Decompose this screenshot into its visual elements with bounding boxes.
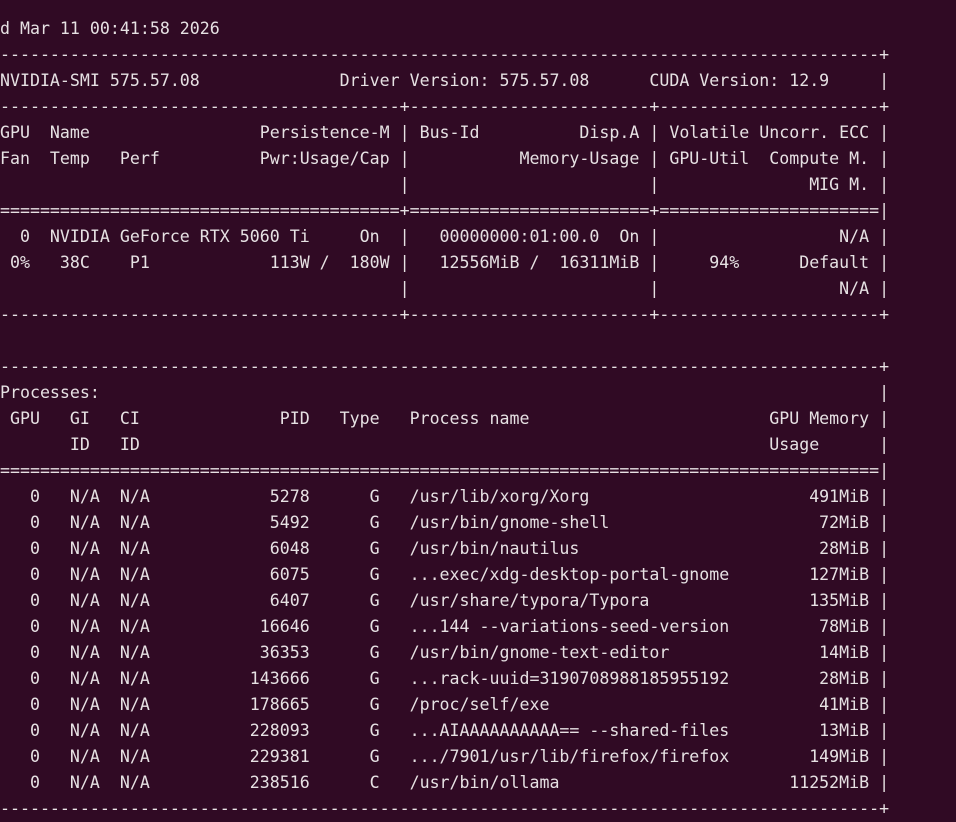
- process-row: | 0 N/A N/A 36353 G /usr/bin/gnome-text-…: [0, 643, 890, 662]
- gpu-header-line-3: | | | MIG M. |: [0, 175, 890, 194]
- table-border-top: +---------------------------------------…: [0, 45, 890, 64]
- process-row: | 0 N/A N/A 229381 G .../7901/usr/lib/fi…: [0, 747, 890, 766]
- process-row: | 0 N/A N/A 5278 G /usr/lib/xorg/Xorg 49…: [0, 487, 890, 506]
- process-row: | 0 N/A N/A 178665 G /proc/self/exe 41Mi…: [0, 695, 890, 714]
- version-header-line: | NVIDIA-SMI 575.57.08 Driver Version: 5…: [0, 71, 890, 90]
- gpu-header-line-2: | Fan Temp Perf Pwr:Usage/Cap | Memory-U…: [0, 149, 890, 168]
- table-divider: |---------------------------------------…: [0, 97, 890, 116]
- process-row: | 0 N/A N/A 238516 C /usr/bin/ollama 112…: [0, 773, 890, 792]
- process-row: | 0 N/A N/A 228093 G ...AIAAAAAAAAAA== -…: [0, 721, 890, 740]
- processes-header-line-1: | GPU GI CI PID Type Process name GPU Me…: [0, 409, 890, 428]
- process-row: | 0 N/A N/A 5492 G /usr/bin/gnome-shell …: [0, 513, 890, 532]
- terminal-window[interactable]: Wed Mar 11 00:41:58 2026 +---------------…: [0, 0, 956, 822]
- gpu-table-border-bottom: +---------------------------------------…: [0, 305, 890, 324]
- header-separator: |=======================================…: [0, 201, 890, 220]
- nvidia-smi-output: Wed Mar 11 00:41:58 2026 +---------------…: [0, 16, 889, 822]
- timestamp-line: Wed Mar 11 00:41:58 2026: [0, 19, 220, 38]
- process-row: | 0 N/A N/A 143666 G ...rack-uuid=319070…: [0, 669, 890, 688]
- gpu-header-line-1: | GPU Name Persistence-M | Bus-Id Disp.A…: [0, 123, 890, 142]
- process-row: | 0 N/A N/A 16646 G ...144 --variations-…: [0, 617, 890, 636]
- process-row: | 0 N/A N/A 6075 G ...exec/xdg-desktop-p…: [0, 565, 890, 584]
- processes-title-line: | Processes: |: [0, 383, 890, 402]
- processes-header-line-2: | ID ID Usage |: [0, 435, 890, 454]
- process-row: | 0 N/A N/A 6048 G /usr/bin/nautilus 28M…: [0, 539, 890, 558]
- gpu-row-line-2: | 0% 38C P1 113W / 180W | 12556MiB / 163…: [0, 253, 890, 272]
- process-row: | 0 N/A N/A 6407 G /usr/share/typora/Typ…: [0, 591, 890, 610]
- processes-header-separator: |=======================================…: [0, 461, 890, 480]
- processes-border-top: +---------------------------------------…: [0, 357, 890, 376]
- gpu-row-line-1: | 0 NVIDIA GeForce RTX 5060 Ti On | 0000…: [0, 227, 890, 246]
- processes-border-bottom: +---------------------------------------…: [0, 799, 890, 818]
- gpu-row-line-3: | | | N/A |: [0, 279, 890, 298]
